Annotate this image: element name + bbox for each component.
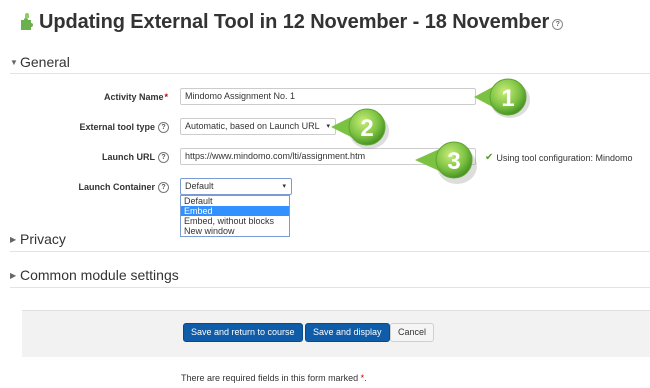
help-icon[interactable]: ? xyxy=(158,152,169,163)
help-icon[interactable]: ? xyxy=(552,18,564,30)
page-header: Updating External Tool in 12 November - … xyxy=(18,8,564,36)
activity-name-label-text: Activity Name xyxy=(103,92,164,102)
save-and-display-button[interactable]: Save and display xyxy=(305,323,390,342)
launch-container-label: Launch Container xyxy=(78,182,155,192)
launch-container-value: Default xyxy=(185,181,214,191)
callout-number: 2 xyxy=(360,115,373,142)
triangle-right-icon: ▶ xyxy=(10,270,17,280)
cancel-button[interactable]: Cancel xyxy=(390,323,435,342)
puzzle-icon xyxy=(21,13,33,30)
section-common-module[interactable]: ▶ Common module settings xyxy=(10,266,179,284)
callout-number: 1 xyxy=(501,85,514,112)
external-tool-type-select[interactable]: Automatic, based on Launch URL ▾ xyxy=(180,118,336,135)
help-icon[interactable]: ? xyxy=(158,182,169,193)
callout-2: 2 xyxy=(331,108,389,149)
divider xyxy=(10,287,650,288)
required-fields-note: There are required fields in this form m… xyxy=(181,373,367,383)
divider xyxy=(10,73,650,74)
option-embed-without-blocks[interactable]: Embed, without blocks xyxy=(181,216,289,226)
launch-container-options: Default Embed Embed, without blocks New … xyxy=(180,195,290,237)
section-privacy-label: Privacy xyxy=(20,231,66,247)
launch-url-label: Launch URL xyxy=(102,152,155,162)
external-tool-type-label: External tool type xyxy=(79,122,155,132)
section-general[interactable]: ▼ General xyxy=(10,53,70,71)
triangle-down-icon: ▼ xyxy=(10,57,18,67)
external-tool-type-value: Automatic, based on Launch URL xyxy=(185,121,320,131)
option-new-window[interactable]: New window xyxy=(181,226,289,236)
launch-container-select[interactable]: Default ▾ xyxy=(180,178,292,195)
page-title: Updating External Tool in 12 November - … xyxy=(39,10,550,33)
section-general-label: General xyxy=(20,54,70,70)
tool-config-status-text: Using tool configuration: Mindomo xyxy=(496,152,633,163)
divider xyxy=(10,251,650,252)
chevron-down-icon: ▾ xyxy=(326,123,330,130)
save-and-return-button[interactable]: Save and return to course xyxy=(183,323,303,342)
check-icon: ✔ xyxy=(485,152,494,163)
required-note-text: There are required fields in this form m… xyxy=(181,373,359,383)
section-privacy[interactable]: ▶ Privacy xyxy=(10,230,66,248)
required-mark: *. xyxy=(360,373,367,383)
activity-name-label: Activity Name* xyxy=(60,92,168,102)
option-default[interactable]: Default xyxy=(181,196,289,206)
triangle-right-icon: ▶ xyxy=(10,234,17,244)
section-common-label: Common module settings xyxy=(20,267,179,283)
help-icon[interactable]: ? xyxy=(158,122,169,133)
chevron-down-icon: ▾ xyxy=(282,183,286,190)
activity-name-input[interactable]: Mindomo Assignment No. 1 xyxy=(180,88,476,105)
required-mark: * xyxy=(164,92,168,102)
tool-config-status: ✔ Using tool configuration: Mindomo xyxy=(485,152,632,163)
option-embed[interactable]: Embed xyxy=(181,206,289,216)
launch-url-input[interactable]: https://www.mindomo.com/lti/assignment.h… xyxy=(180,148,476,165)
